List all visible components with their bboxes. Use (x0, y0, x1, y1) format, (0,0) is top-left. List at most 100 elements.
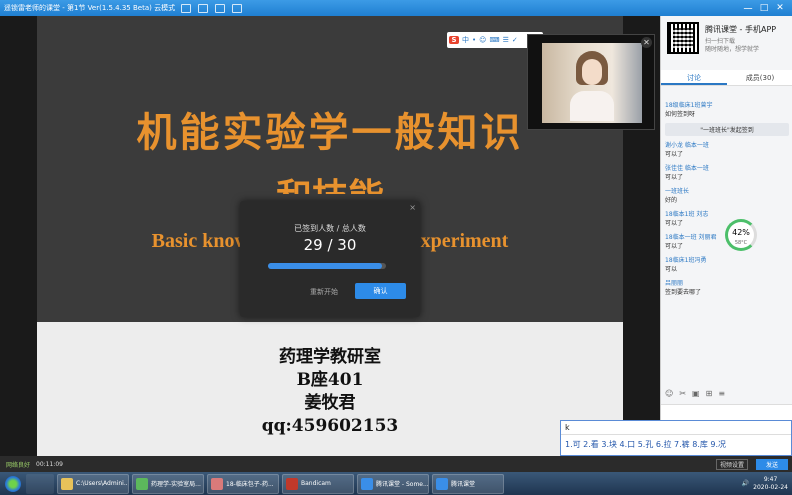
ime-candidate-window[interactable]: k 1.可 2.看 3.块 4.口 5.孔 6.拉 7.裤 8.库 9.况 (560, 420, 792, 456)
volume-icon[interactable]: 🔊 (742, 480, 749, 487)
checkin-dialog: × 已签到人数 / 总人数 29 / 30 重新开始 确认 (240, 201, 420, 317)
camera-feed (542, 43, 642, 123)
ime-candidates[interactable]: 1.可 2.看 3.块 4.口 5.孔 6.拉 7.裤 8.库 9.况 (561, 435, 791, 455)
sender-name[interactable]: 18临床1班冯勇 (665, 255, 789, 264)
chat-message: 吕丽丽 签到要去哪了 (665, 278, 789, 296)
qr-code (667, 22, 699, 54)
pinned-app-icon[interactable] (26, 473, 54, 494)
start-button[interactable] (0, 473, 26, 495)
teacher-avatar (570, 49, 614, 121)
chat-message: 谢小龙 临本一班 可以了 (665, 140, 789, 158)
sogou-logo-icon: S (449, 36, 459, 44)
lang-icon[interactable]: 中 (462, 35, 469, 45)
emoji-icon[interactable]: ☺ (665, 389, 673, 401)
taskbar-item-label: 18-临床包子-药... (226, 481, 274, 488)
message-text: 好的 (665, 197, 678, 204)
app-icon (361, 477, 373, 490)
taskbar-item[interactable]: 腾讯课堂 - Some... (357, 473, 429, 494)
windows-icon (5, 475, 21, 492)
taskbar-item[interactable]: 18-临床包子-药... (207, 473, 279, 494)
video-settings-button[interactable]: 视频设置 (715, 458, 748, 470)
taskbar-item[interactable]: Bandicam (282, 473, 354, 494)
message-text: 可以 (665, 266, 678, 273)
taskbar-item-label: C:\Users\Admini... (76, 480, 129, 487)
teacher-name: 姜牧君 (304, 393, 356, 413)
chat-message: 18级临床1班曾宇 如何签到呀 (665, 100, 789, 118)
status-bar: 网络良好 00:11:09 视频设置 发送 (0, 456, 792, 472)
message-text: 可以了 (665, 174, 684, 181)
app-title: 腾讯课堂 - 手机APP (705, 25, 777, 34)
chat-toolbar: ☺ ✂ ▣ ⊞ ≡ (665, 389, 789, 401)
grid-icon[interactable]: ⊞ (706, 389, 713, 401)
teacher-camera[interactable]: ✕ (527, 34, 655, 130)
window-controls: 一 □ ✕ (740, 0, 788, 16)
taskbar-item[interactable]: 腾讯课堂 (432, 473, 504, 494)
sender-name[interactable]: 一班班长 (665, 186, 789, 195)
taskbar-item-label: 腾讯课堂 - Some... (376, 481, 429, 488)
close-icon[interactable]: ✕ (641, 37, 652, 48)
confirm-button[interactable]: 确认 (355, 283, 406, 299)
fullscreen-icon[interactable] (232, 3, 243, 13)
send-button[interactable]: 发送 (755, 458, 788, 470)
chat-message: 张佳佳 临本一班 可以了 (665, 163, 789, 181)
checkin-progress (268, 263, 386, 269)
app-icon (61, 477, 73, 490)
emoji-icon[interactable]: ☺ (479, 36, 486, 44)
taskbar-item-label: Bandicam (301, 480, 331, 487)
app-icon (211, 477, 223, 490)
image-icon[interactable]: ▣ (692, 389, 700, 401)
clock[interactable]: 9:47 2020-02-24 (753, 476, 788, 492)
system-tray: 🔊 9:47 2020-02-24 (742, 472, 788, 495)
check-icon[interactable]: ✓ (512, 36, 518, 44)
tab-members[interactable]: 成员(30) (727, 70, 792, 85)
checkin-label: 已签到人数 / 总人数 (294, 224, 366, 233)
taskbar-item[interactable]: C:\Users\Admini... (57, 473, 129, 494)
sender-name[interactable]: 吕丽丽 (665, 278, 789, 287)
menu-icon[interactable]: ☰ (503, 36, 509, 44)
minimize-button[interactable]: 一 (740, 2, 756, 15)
message-text: 如何签到呀 (665, 111, 696, 118)
message-text: 签到要去哪了 (665, 289, 702, 296)
sidebar: 腾讯课堂 - 手机APP 扫一扫下载 随时随地，想学就学 讨论 成员(30) 1… (660, 16, 792, 456)
list-icon[interactable]: ≡ (718, 389, 725, 401)
taskbar-item[interactable]: 药理学-实验室局... (132, 473, 204, 494)
app-icon (286, 477, 298, 490)
tab-discussion[interactable]: 讨论 (661, 70, 727, 85)
system-message: "一班班长"发起签到 (665, 123, 789, 136)
slide-title-line2: 和技能 (37, 168, 623, 194)
task-list: C:\Users\Admini... 药理学-实验室局... 18-临床包子-药..… (57, 473, 507, 494)
keyboard-icon[interactable]: ⌨ (489, 36, 499, 44)
network-status: 网络良好 (6, 461, 31, 469)
chat-message: 一班班长 好的 (665, 186, 789, 204)
screenshot-icon[interactable] (181, 3, 192, 13)
sidebar-tabs: 讨论 成员(30) (661, 70, 792, 86)
ime-input: k (561, 421, 791, 435)
maximize-button[interactable]: □ (756, 3, 772, 13)
department: 药理学教研室 (279, 347, 381, 367)
share-icon[interactable] (215, 3, 226, 13)
close-button[interactable]: ✕ (772, 3, 788, 13)
slide-info: 药理学教研室 B座401 姜牧君 qq:459602153 (37, 346, 623, 438)
chat-message: 18临床1班冯勇 可以 (665, 255, 789, 273)
cpu-indicator: 42% 58°C (725, 219, 757, 251)
chat-message: 18临本1班 刘志 可以了 (665, 209, 789, 227)
message-text: 可以了 (665, 151, 684, 158)
scissors-icon[interactable]: ✂ (679, 389, 686, 401)
sender-name[interactable]: 18级临床1班曾宇 (665, 100, 789, 109)
sender-name[interactable]: 张佳佳 临本一班 (665, 163, 789, 172)
taskbar-item-label: 腾讯课堂 (451, 481, 476, 488)
room: B座401 (296, 370, 364, 390)
title-bar: 遥锁雷老师的课堂 - 第1节 Ver(1.5.4.35 Beta) 云模式 一 … (0, 0, 792, 16)
app-icon (436, 477, 448, 490)
taskbar-item-label: 药理学-实验室局... (151, 481, 201, 488)
sender-name[interactable]: 18临本1班 刘志 (665, 209, 789, 218)
checkin-count: 29 / 30 (303, 236, 357, 254)
restart-button[interactable]: 重新开始 (310, 287, 338, 297)
folder-icon[interactable] (198, 3, 209, 13)
window-title: 遥锁雷老师的课堂 - 第1节 Ver(1.5.4.35 Beta) 云模式 (4, 4, 176, 12)
close-icon[interactable]: × (409, 203, 416, 212)
sender-name[interactable]: 谢小龙 临本一班 (665, 140, 789, 149)
taskbar: C:\Users\Admini... 药理学-实验室局... 18-临床包子-药..… (0, 472, 792, 495)
punct-icon[interactable]: • (472, 36, 476, 44)
app-icon (136, 477, 148, 490)
